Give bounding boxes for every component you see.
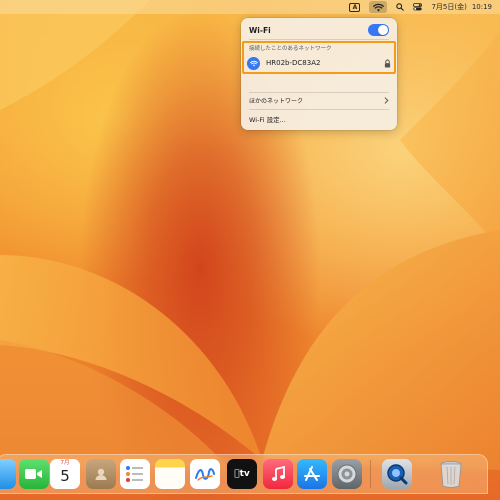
chevron-right-icon xyxy=(384,97,389,104)
finder-partial-icon[interactable] xyxy=(0,459,16,489)
lock-icon xyxy=(384,59,391,67)
wifi-settings-item[interactable]: Wi-Fi 設定... xyxy=(249,114,286,124)
dock-separator xyxy=(370,460,371,488)
calendar-month: 7月 xyxy=(50,459,80,467)
wifi-menu-title: Wi-Fi xyxy=(249,25,271,35)
control-center-icon xyxy=(413,3,423,11)
wifi-icon xyxy=(373,3,384,11)
search-icon xyxy=(396,3,405,11)
trash-can-icon xyxy=(440,461,462,488)
apple-tv-icon[interactable]: tv xyxy=(227,459,257,489)
squiggle-icon xyxy=(195,468,215,481)
clock-menu[interactable]: 7月5日(金) 10:19 xyxy=(431,1,492,13)
divider xyxy=(249,92,389,93)
trash-icon[interactable] xyxy=(436,459,466,489)
other-networks-label: ほかのネットワーク xyxy=(249,98,304,105)
music-icon[interactable] xyxy=(263,459,293,489)
notes-icon[interactable] xyxy=(155,459,185,489)
wifi-toggle[interactable] xyxy=(368,24,389,36)
wifi-toggle-knob xyxy=(378,25,388,35)
person-icon xyxy=(95,468,107,480)
contacts-icon[interactable] xyxy=(86,459,116,489)
spotlight-menu[interactable] xyxy=(396,1,405,13)
wifi-menu-header: Wi-Fi xyxy=(249,23,389,37)
wifi-network-icon xyxy=(247,56,260,70)
calendar-day: 5 xyxy=(60,467,70,485)
list-icon xyxy=(126,466,143,482)
music-note-icon xyxy=(272,466,285,481)
tv-logo-icon: tv xyxy=(234,469,250,479)
known-networks-label: 接続したことのあるネットワーク xyxy=(249,46,332,52)
menubar-time: 10:19 xyxy=(471,3,492,11)
quicktime-icon[interactable] xyxy=(382,459,412,489)
app-store-icon[interactable] xyxy=(297,459,327,489)
reminders-icon[interactable] xyxy=(120,459,150,489)
other-networks-item[interactable]: ほかのネットワーク xyxy=(249,95,389,106)
video-camera-icon xyxy=(25,469,42,479)
known-network-name: HR02b-DC83A2 xyxy=(266,59,321,67)
divider xyxy=(249,39,389,40)
app-store-a-icon xyxy=(304,466,320,481)
divider xyxy=(249,109,389,110)
input-source-menu[interactable]: A xyxy=(349,1,361,13)
quicktime-q-icon xyxy=(387,464,408,485)
menu-bar: A 7月5日(金) 10:19 xyxy=(0,0,500,14)
menubar-date: 7月5日(金) xyxy=(431,3,467,11)
calendar-icon[interactable]: 7月 5 xyxy=(50,459,80,489)
input-source-icon: A xyxy=(349,2,361,12)
control-center-menu[interactable] xyxy=(413,1,423,13)
known-network-item[interactable]: HR02b-DC83A2 xyxy=(247,55,391,71)
wifi-menu: Wi-Fi 接続したことのあるネットワーク HR02b-DC83A2 ほかのネッ… xyxy=(241,18,397,130)
wifi-status-menu[interactable] xyxy=(369,1,388,13)
gear-icon xyxy=(337,464,357,484)
system-settings-icon[interactable] xyxy=(332,459,362,489)
facetime-icon[interactable] xyxy=(19,459,49,489)
freeform-icon[interactable] xyxy=(190,459,220,489)
